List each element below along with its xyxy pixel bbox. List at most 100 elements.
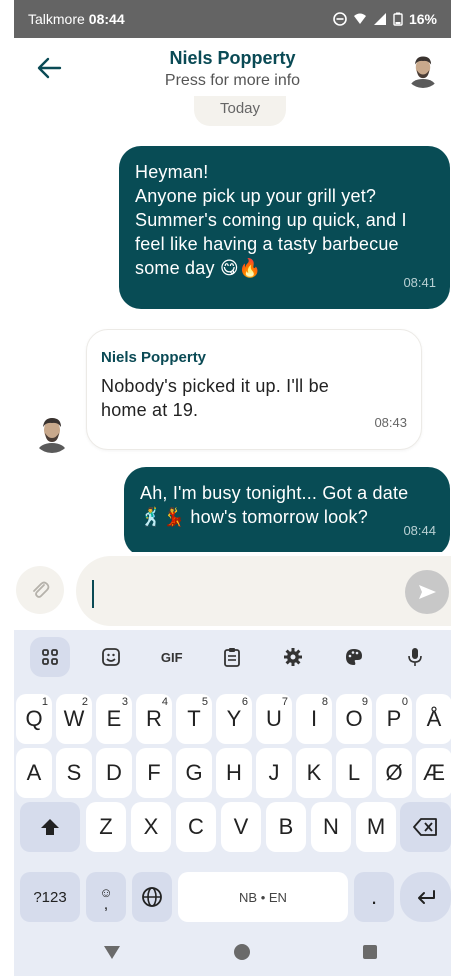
send-icon: [419, 585, 436, 599]
date-divider: Today: [194, 96, 286, 126]
message-sender: Niels Popperty: [101, 349, 207, 366]
message-outgoing[interactable]: Ah, I'm busy tonight... Got a date 🕺💃 ho…: [124, 467, 450, 557]
carrier-name: Talkmore: [28, 11, 85, 27]
key-m[interactable]: M: [356, 802, 396, 852]
space-key[interactable]: NB • EN: [178, 872, 348, 922]
paperclip-icon: [33, 581, 50, 598]
key-å[interactable]: Å: [416, 694, 451, 744]
key-g[interactable]: G: [176, 748, 212, 798]
key-y[interactable]: Y6: [216, 694, 252, 744]
nav-recents-icon[interactable]: [360, 942, 380, 962]
key-label: M: [366, 814, 386, 839]
key-w[interactable]: W2: [56, 694, 92, 744]
key-x[interactable]: X: [131, 802, 171, 852]
key-label: V: [233, 814, 249, 839]
enter-key[interactable]: [400, 872, 451, 922]
key-label: J: [268, 760, 280, 785]
key-p[interactable]: P0: [376, 694, 412, 744]
key-n[interactable]: N: [311, 802, 351, 852]
backspace-key[interactable]: [400, 802, 451, 852]
key-label: B: [278, 814, 294, 839]
sender-avatar[interactable]: [32, 413, 72, 453]
key-h[interactable]: H: [216, 748, 252, 798]
soft-keyboard: GIF ?123 ☺ , NB • EN . Q 1 W 2 E 3 R 4 T…: [14, 630, 451, 976]
palette-icon[interactable]: [334, 637, 374, 677]
key-hint: 9: [361, 696, 368, 708]
signal-icon: [373, 13, 386, 25]
key-d[interactable]: D: [96, 748, 132, 798]
key-s[interactable]: S: [56, 748, 92, 798]
key-label: C: [188, 814, 204, 839]
key-b[interactable]: B: [266, 802, 306, 852]
message-text: Nobody's picked it up. I'll be home at 1…: [101, 376, 329, 420]
gif-button[interactable]: GIF: [152, 637, 192, 677]
key-hint: 8: [321, 696, 328, 708]
sticker-icon[interactable]: [91, 637, 131, 677]
language-key[interactable]: [132, 872, 172, 922]
nav-home-icon[interactable]: [232, 942, 252, 962]
nav-back-icon[interactable]: [102, 942, 122, 962]
key-label: Y: [226, 706, 242, 731]
message-input[interactable]: [76, 556, 451, 626]
key-label: G: [185, 760, 203, 785]
key-l[interactable]: L: [336, 748, 372, 798]
message-incoming[interactable]: Niels Popperty Nobody's picked it up. I'…: [86, 329, 422, 450]
key-hint: 4: [161, 696, 168, 708]
key-label: D: [106, 760, 122, 785]
contact-avatar[interactable]: [405, 52, 441, 88]
space-key-label: NB • EN: [239, 889, 287, 905]
key-label: T: [187, 706, 201, 731]
key-label: U: [266, 706, 282, 731]
key-i[interactable]: I8: [296, 694, 332, 744]
text-cursor: [92, 580, 94, 608]
key-label: Å: [426, 706, 442, 731]
backspace-icon: [412, 818, 437, 836]
key-k[interactable]: K: [296, 748, 332, 798]
key-æ[interactable]: Æ: [416, 748, 451, 798]
key-c[interactable]: C: [176, 802, 216, 852]
key-r[interactable]: R4: [136, 694, 172, 744]
dnd-icon: [333, 12, 347, 26]
symbols-key[interactable]: ?123: [20, 872, 80, 922]
key-label: Z: [99, 814, 113, 839]
key-label: N: [323, 814, 339, 839]
key-label: X: [143, 814, 159, 839]
emoji-comma-key[interactable]: ☺ ,: [86, 872, 126, 922]
key-v[interactable]: V: [221, 802, 261, 852]
key-j[interactable]: J: [256, 748, 292, 798]
apps-grid-icon[interactable]: [30, 637, 71, 677]
key-o[interactable]: O9: [336, 694, 372, 744]
shift-key[interactable]: [20, 802, 80, 852]
keyboard-toolbar: GIF: [14, 634, 451, 680]
message-text: Ah, I'm busy tonight... Got a date 🕺💃 ho…: [140, 483, 409, 527]
key-e[interactable]: E3: [96, 694, 132, 744]
key-u[interactable]: U7: [256, 694, 292, 744]
settings-icon[interactable]: [273, 637, 313, 677]
attach-button[interactable]: [16, 566, 64, 614]
key-z[interactable]: Z: [86, 802, 126, 852]
key-ø[interactable]: Ø: [376, 748, 412, 798]
mic-icon[interactable]: [395, 637, 435, 677]
key-label: K: [306, 760, 322, 785]
shift-icon: [41, 819, 59, 835]
clipboard-icon[interactable]: [212, 637, 252, 677]
key-label: I: [310, 706, 318, 731]
battery-icon: [393, 12, 403, 26]
key-label: H: [226, 760, 242, 785]
message-outgoing[interactable]: Heyman! Anyone pick up your grill yet? S…: [119, 146, 450, 309]
key-t[interactable]: T5: [176, 694, 212, 744]
phone-screen: Talkmore 08:44 16% Niels Popperty Press …: [14, 0, 451, 976]
send-button[interactable]: [405, 570, 449, 614]
key-q[interactable]: Q1: [16, 694, 52, 744]
key-label: F: [147, 760, 161, 785]
comma-label: ,: [103, 895, 109, 913]
period-key[interactable]: .: [354, 872, 394, 922]
enter-icon: [417, 890, 435, 904]
key-hint: 7: [281, 696, 288, 708]
contact-info-hint[interactable]: Press for more info: [14, 72, 451, 90]
chat-header[interactable]: Niels Popperty Press for more info: [14, 38, 451, 100]
key-f[interactable]: F: [136, 748, 172, 798]
key-a[interactable]: A: [16, 748, 52, 798]
message-time: 08:44: [403, 523, 436, 538]
contact-name[interactable]: Niels Popperty: [14, 48, 451, 69]
